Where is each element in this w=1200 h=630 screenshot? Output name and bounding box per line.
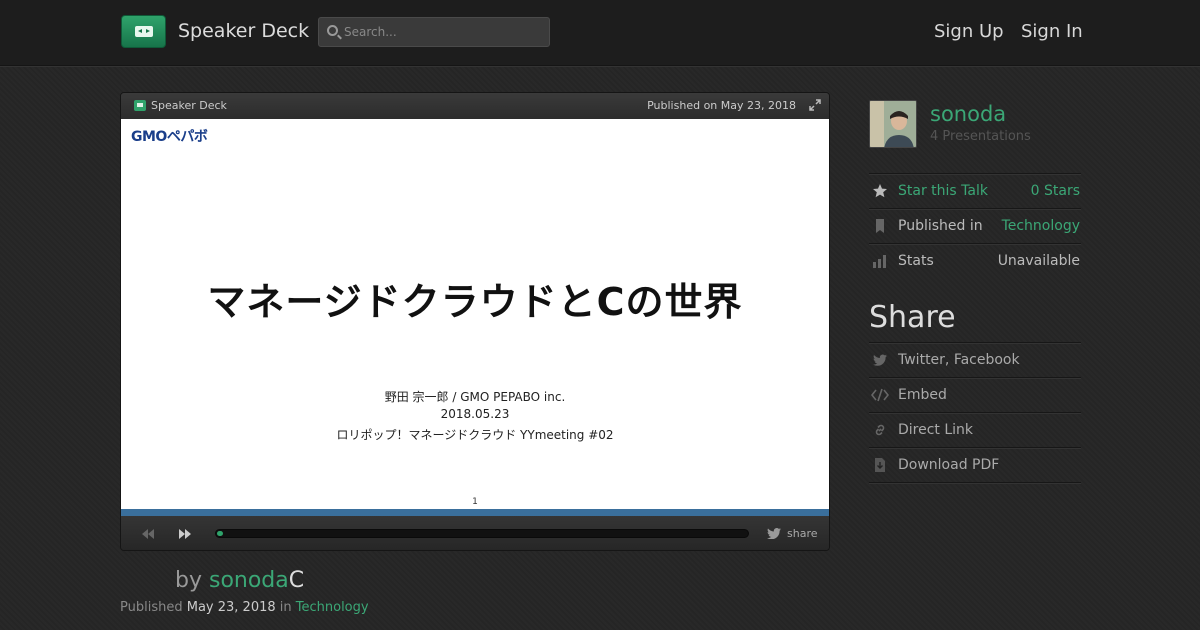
search-icon xyxy=(327,25,338,36)
star-talk-label[interactable]: Star this Talk xyxy=(898,183,988,199)
published-in-category[interactable]: Technology xyxy=(1002,218,1080,234)
published-date: May 23, 2018 xyxy=(186,600,276,615)
slide-player: Speaker Deck Published on May 23, 2018 G… xyxy=(120,92,830,551)
speakerdeck-logo-icon[interactable] xyxy=(121,15,166,48)
download-pdf-icon xyxy=(875,458,885,472)
slide-date: 2018.05.23 xyxy=(440,407,510,421)
slide-title: マネージドクラウドとCの世界 xyxy=(207,280,743,324)
bar-chart-icon xyxy=(873,255,886,268)
player-published-date: Published on May 23, 2018 xyxy=(647,99,796,112)
presentation-count[interactable]: 4 Presentations xyxy=(930,129,1031,144)
in-label: in xyxy=(275,600,296,615)
published-in-label: Published in xyxy=(898,218,983,234)
share-heading: Share xyxy=(869,300,956,335)
share-twitter-facebook[interactable]: Twitter, Facebook xyxy=(869,342,1081,377)
player-controls: share xyxy=(121,516,829,550)
share-download-pdf[interactable]: Download PDF xyxy=(869,447,1081,482)
progress-fill xyxy=(217,531,223,536)
fullscreen-expand-icon[interactable] xyxy=(809,99,821,111)
twitter-bird-icon xyxy=(873,354,887,366)
brand-name[interactable]: Speaker Deck xyxy=(178,20,309,42)
speakerdeck-mini-logo-icon[interactable] xyxy=(134,100,146,111)
share-download-pdf-label[interactable]: Download PDF xyxy=(898,457,999,473)
slide-event: ロリポップ！マネージドクラウド YYmeeting #02 xyxy=(336,428,614,442)
previous-slide-icon[interactable] xyxy=(141,529,155,539)
user-avatar[interactable] xyxy=(869,100,917,148)
publish-info: Published May 23, 2018 in Technology xyxy=(120,600,369,615)
next-slide-icon[interactable] xyxy=(178,529,192,539)
gmo-pepabo-logo: GMOペパボ xyxy=(131,129,208,145)
star-count: 0 Stars xyxy=(1030,183,1080,199)
category-link[interactable]: Technology xyxy=(296,600,369,615)
published-label: Published xyxy=(120,600,187,615)
twitter-bird-icon[interactable] xyxy=(767,528,781,539)
stats-row: Stats Unavailable xyxy=(869,243,1081,278)
star-talk-row[interactable]: Star this Talk 0 Stars xyxy=(869,173,1081,208)
published-in-row: Published in Technology xyxy=(869,208,1081,243)
share-direct-link-label[interactable]: Direct Link xyxy=(898,422,973,438)
progress-track[interactable] xyxy=(215,529,749,538)
slide-footer-stripe xyxy=(121,509,829,516)
stats-label: Stats xyxy=(898,253,934,269)
bookmark-icon xyxy=(876,219,884,233)
sidebar-bottom-divider xyxy=(869,482,1081,483)
share-embed[interactable]: Embed xyxy=(869,377,1081,412)
link-chain-icon xyxy=(875,424,885,436)
slide-author-line: 野田 宗一郎 / GMO PEPABO inc. xyxy=(384,390,566,404)
player-share-button[interactable]: share xyxy=(787,527,818,540)
player-brand[interactable]: Speaker Deck xyxy=(151,99,227,112)
star-icon xyxy=(873,184,887,198)
talk-byline: by sonodaC xyxy=(175,568,304,593)
share-embed-label[interactable]: Embed xyxy=(898,387,947,403)
search-box[interactable] xyxy=(318,17,550,47)
byline-by: by xyxy=(175,568,209,593)
slide-canvas[interactable]: GMOペパボ マネージドクラウドとCの世界 野田 宗一郎 / GMO PEPAB… xyxy=(121,119,829,516)
logo-glyph xyxy=(135,26,153,37)
avatar-photo-icon xyxy=(870,101,916,147)
player-title-bar: Speaker Deck Published on May 23, 2018 xyxy=(121,93,829,119)
byline-suffix: C xyxy=(288,568,305,593)
top-navbar: Speaker Deck Sign Up Sign In xyxy=(0,0,1200,66)
slide-page-number: 1 xyxy=(472,497,478,507)
signup-link[interactable]: Sign Up xyxy=(934,21,1004,42)
share-twitter-facebook-label[interactable]: Twitter, Facebook xyxy=(898,352,1020,368)
share-direct-link[interactable]: Direct Link xyxy=(869,412,1081,447)
search-input[interactable] xyxy=(344,23,544,41)
signin-link[interactable]: Sign In xyxy=(1021,21,1083,42)
code-embed-icon xyxy=(871,388,889,402)
byline-author-link[interactable]: sonoda xyxy=(209,568,289,593)
sidebar-username[interactable]: sonoda xyxy=(930,102,1006,126)
stats-value: Unavailable xyxy=(997,253,1080,269)
